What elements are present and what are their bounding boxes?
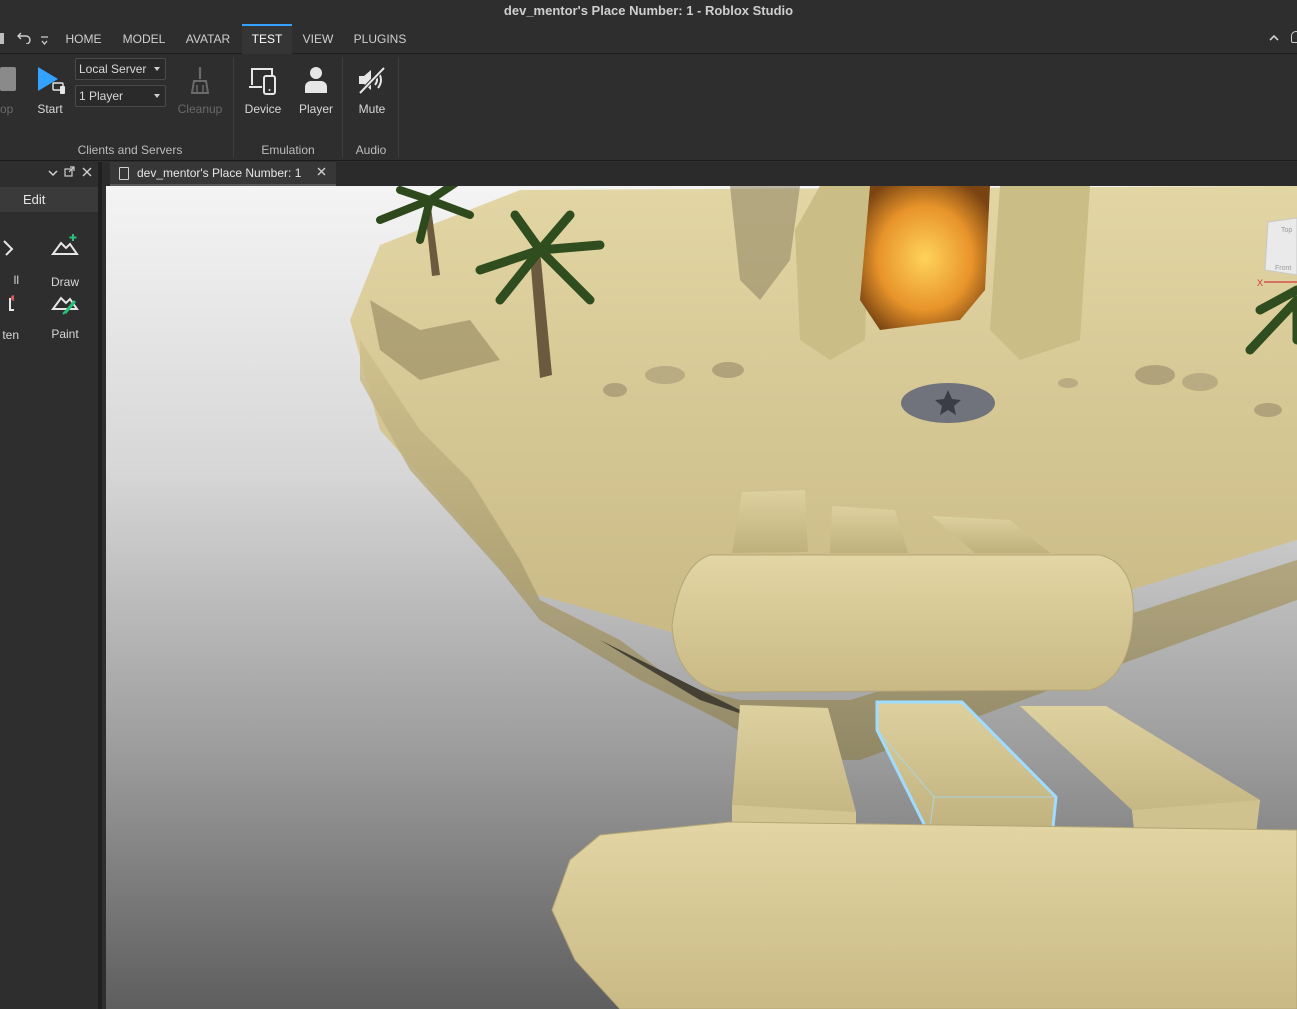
rock: [1182, 373, 1218, 391]
view-cube-top: Top: [1281, 227, 1292, 234]
chevron-down-icon: [154, 67, 160, 71]
close-tab-icon[interactable]: [317, 165, 326, 179]
rock: [1058, 378, 1078, 388]
quick-access-dropdown-icon[interactable]: [40, 34, 49, 49]
place-file-icon: [119, 167, 129, 180]
panel-options-icon[interactable]: [48, 165, 58, 180]
group-label-emulation: Emulation: [261, 143, 315, 157]
start-label: Start: [37, 102, 63, 116]
cleanup-button[interactable]: Cleanup: [172, 61, 228, 131]
tab-home[interactable]: HOME: [61, 24, 106, 54]
view-cube-front: Front: [1275, 265, 1291, 272]
draw-terrain-icon: [51, 232, 79, 258]
mute-speaker-icon: [355, 63, 389, 97]
group-label-clients-servers: Clients and Servers: [77, 143, 183, 157]
flatten-icon: [0, 292, 17, 318]
rock: [1135, 365, 1175, 385]
menu-bar: HOME MODEL AVATAR TEST VIEW PLUGINS: [0, 24, 1297, 54]
left-pillar: [795, 186, 870, 360]
title-bar: dev_mentor's Place Number: 1 - Roblox St…: [0, 0, 1297, 24]
ribbon-separator: [342, 57, 343, 157]
window-title: dev_mentor's Place Number: 1 - Roblox St…: [503, 3, 794, 18]
bottom-platform: [551, 821, 1297, 1009]
fill-tool[interactable]: ll: [0, 237, 25, 293]
server-mode-select[interactable]: Local Server: [75, 58, 166, 80]
middle-platform: [671, 554, 1134, 693]
cleanup-label: Cleanup: [177, 102, 223, 116]
document-tab-name: dev_mentor's Place Number: 1: [137, 166, 302, 180]
tab-model[interactable]: MODEL: [118, 24, 170, 54]
document-tab-strip: dev_mentor's Place Number: 1: [102, 162, 1297, 186]
x-axis-label: X: [1257, 278, 1263, 288]
broom-icon: [183, 63, 217, 97]
draw-label: Draw: [50, 275, 79, 289]
rock: [712, 362, 744, 378]
server-mode-value: Local Server: [79, 62, 147, 76]
close-icon[interactable]: [82, 165, 92, 180]
stop-button-label: op: [0, 102, 14, 116]
file-menu-edge-icon[interactable]: [0, 33, 4, 44]
paint-tool[interactable]: Paint: [40, 289, 90, 345]
notifications-icon[interactable]: [1291, 31, 1297, 43]
draw-tool[interactable]: Draw: [40, 232, 90, 289]
undo-icon[interactable]: [17, 31, 32, 47]
right-pillar: [990, 186, 1090, 360]
player-label: Player: [298, 102, 333, 116]
rock: [1254, 403, 1282, 417]
device-button[interactable]: Device: [235, 61, 291, 131]
upper-plank: [732, 490, 808, 553]
paint-terrain-icon: [51, 289, 79, 315]
flatten-label: ten: [2, 328, 19, 342]
3d-viewport[interactable]: Top Front X: [106, 186, 1297, 1009]
chevron-down-icon: [154, 94, 160, 98]
player-count-select[interactable]: 1 Player: [75, 85, 166, 107]
start-button[interactable]: Start: [22, 61, 78, 131]
collapse-ribbon-icon[interactable]: [1269, 32, 1279, 44]
group-label-audio: Audio: [355, 143, 387, 157]
terrain-editor-panel: Edit ll Draw ten Paint: [0, 162, 102, 1009]
fill-label: ll: [13, 273, 19, 287]
player-emulation-button[interactable]: Player: [288, 61, 344, 131]
tab-avatar[interactable]: AVATAR: [182, 24, 234, 54]
fill-icon: [0, 237, 14, 263]
rock: [603, 383, 627, 397]
flatten-tool[interactable]: ten: [0, 292, 25, 348]
mute-button[interactable]: Mute: [344, 61, 400, 131]
tab-edit[interactable]: Edit: [0, 187, 98, 212]
device-label: Device: [244, 102, 282, 116]
paint-label: Paint: [51, 327, 79, 341]
player-count-value: 1 Player: [79, 89, 124, 103]
stop-icon[interactable]: [0, 67, 16, 91]
document-tab[interactable]: dev_mentor's Place Number: 1: [110, 162, 336, 186]
scene-render: Top Front X: [350, 186, 1297, 1009]
device-icon: [246, 63, 280, 97]
play-icon: [33, 63, 67, 97]
tab-test[interactable]: TEST: [242, 24, 292, 54]
roblox-studio-window: dev_mentor's Place Number: 1 - Roblox St…: [0, 0, 1297, 1009]
tab-plugins[interactable]: PLUGINS: [350, 24, 410, 54]
tab-view[interactable]: VIEW: [298, 24, 338, 54]
panel-header: [0, 162, 98, 186]
mute-label: Mute: [358, 102, 386, 116]
person-icon: [299, 63, 333, 97]
ribbon-separator: [398, 57, 399, 157]
undock-icon[interactable]: [64, 165, 75, 180]
rock: [645, 366, 685, 384]
ribbon-separator: [233, 57, 234, 157]
ribbon-toolbar: op Start Local Server 1 Player Cleanup D…: [0, 55, 1297, 161]
